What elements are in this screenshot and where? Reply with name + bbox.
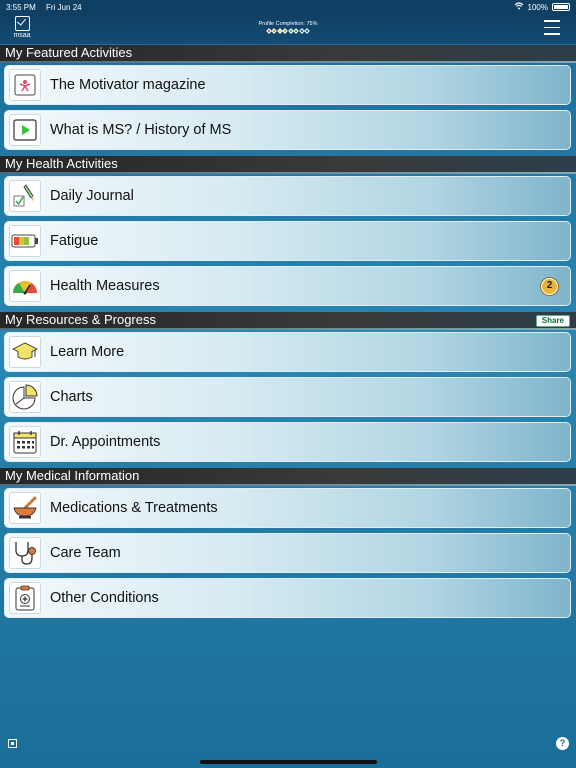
status-time: 3:55 PM xyxy=(6,2,36,12)
row-label: What is MS? / History of MS xyxy=(50,122,232,138)
logo-text: msaa xyxy=(13,32,31,39)
status-bar: 3:55 PM Fri Jun 24 100% xyxy=(0,0,576,14)
fullscreen-icon[interactable] xyxy=(8,739,17,748)
section-medical-information: My Medical Information xyxy=(0,468,576,486)
share-button[interactable]: Share xyxy=(535,315,570,327)
journal-pencil-icon xyxy=(9,180,41,212)
row-what-is-ms[interactable]: What is MS? / History of MS xyxy=(4,110,571,150)
row-other-conditions[interactable]: Other Conditions xyxy=(4,578,571,618)
row-health-measures[interactable]: Health Measures 2 xyxy=(4,266,571,306)
row-label: Charts xyxy=(50,389,93,405)
row-label: Care Team xyxy=(50,545,121,561)
progress-diamond-icon xyxy=(304,28,311,34)
clipboard-medical-icon xyxy=(9,582,41,614)
graduation-cap-icon xyxy=(9,336,41,368)
gauge-icon xyxy=(9,270,41,302)
row-fatigue[interactable]: Fatigue xyxy=(4,221,571,261)
row-label: Health Measures xyxy=(50,278,160,294)
section-title: My Resources & Progress xyxy=(5,312,156,327)
mortar-pestle-icon xyxy=(9,492,41,524)
battery-percent: 100% xyxy=(527,2,548,12)
play-icon xyxy=(9,114,41,146)
row-learn-more[interactable]: Learn More xyxy=(4,332,571,372)
help-icon[interactable]: ? xyxy=(556,737,569,750)
stethoscope-icon xyxy=(9,537,41,569)
profile-completion[interactable]: Profile Completion: 75% xyxy=(238,21,338,34)
notification-count-badge: 2 xyxy=(541,278,558,295)
section-featured-activities: My Featured Activities xyxy=(0,45,576,63)
calendar-icon xyxy=(9,426,41,458)
battery-icon xyxy=(552,3,570,11)
row-medications-treatments[interactable]: Medications & Treatments xyxy=(4,488,571,528)
pie-chart-icon xyxy=(9,381,41,413)
row-label: Fatigue xyxy=(50,233,99,249)
row-care-team[interactable]: Care Team xyxy=(4,533,571,573)
wifi-icon xyxy=(514,2,524,12)
profile-completion-label: Profile Completion: 75% xyxy=(258,21,318,27)
row-daily-journal[interactable]: Daily Journal xyxy=(4,176,571,216)
home-indicator xyxy=(200,760,377,764)
msaa-logo[interactable]: msaa xyxy=(10,16,34,39)
row-label: Learn More xyxy=(50,344,125,360)
row-motivator-magazine[interactable]: The Motivator magazine xyxy=(4,65,571,105)
checkbox-logo-icon xyxy=(14,16,30,31)
row-charts[interactable]: Charts xyxy=(4,377,571,417)
section-resources-progress: My Resources & Progress Share xyxy=(0,312,576,330)
menu-icon[interactable] xyxy=(544,20,560,40)
row-label: Daily Journal xyxy=(50,188,134,204)
row-label: Other Conditions xyxy=(50,590,159,606)
profile-progress-diamonds xyxy=(238,28,338,34)
battery-level-icon xyxy=(9,225,41,257)
row-label: Medications & Treatments xyxy=(50,500,218,516)
section-health-activities: My Health Activities xyxy=(0,156,576,174)
app-header: msaa Profile Completion: 75% xyxy=(0,14,576,44)
status-date: Fri Jun 24 xyxy=(46,2,82,12)
row-dr-appointments[interactable]: Dr. Appointments xyxy=(4,422,571,462)
row-label: Dr. Appointments xyxy=(50,434,161,450)
motivator-icon xyxy=(9,69,41,101)
row-label: The Motivator magazine xyxy=(50,77,206,93)
